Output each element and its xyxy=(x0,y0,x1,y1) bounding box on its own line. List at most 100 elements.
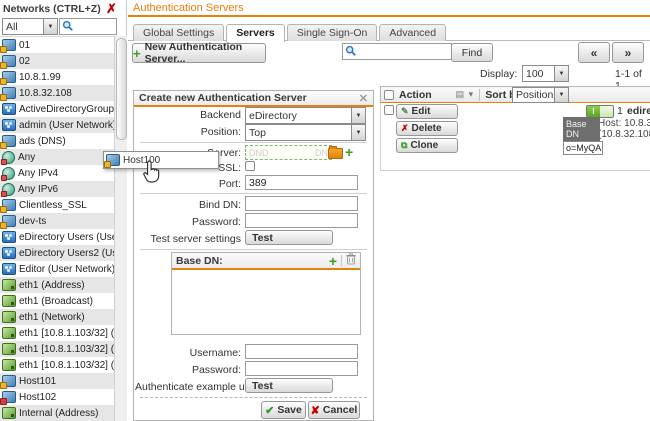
list-item[interactable]: eDirectory Users2 (User Gr xyxy=(0,245,114,261)
networks-sidebar: Networks (CTRL+Z) ✗ All ▼ 010210.8.1.991… xyxy=(0,0,127,421)
close-icon[interactable]: ✕ xyxy=(359,92,368,105)
list-item[interactable]: ads (DNS) xyxy=(0,133,114,149)
clone-button[interactable]: ⧉ Clone xyxy=(396,138,458,153)
password2-input[interactable] xyxy=(245,361,358,376)
form-title: Create new Authentication Server xyxy=(139,92,307,104)
test-server-button[interactable]: Test xyxy=(245,230,333,245)
display-count-value: 100 xyxy=(523,66,554,81)
tab-servers[interactable]: Servers xyxy=(226,24,285,42)
pencil-icon: ✎ xyxy=(401,106,409,117)
scrollbar-thumb[interactable] xyxy=(116,38,127,140)
tab-advanced[interactable]: Advanced xyxy=(379,24,446,41)
prev-page-button[interactable]: « xyxy=(578,42,610,63)
list-item[interactable]: ActiveDirectoryGroup (User xyxy=(0,101,114,117)
list-item[interactable]: eth1 [10.8.1.103/32] (Broad xyxy=(0,341,114,357)
list-item-label: Any xyxy=(18,152,35,163)
base-dn-tooltip: Base DN o=MyQA xyxy=(563,117,603,155)
list-item[interactable]: Internal (Address) xyxy=(0,405,114,421)
base-dn-box: Base DN: + xyxy=(171,252,361,335)
main-area: Authentication Servers Global SettingsSe… xyxy=(128,0,650,421)
toggle-off-segment xyxy=(600,106,613,117)
list-item[interactable]: eth1 (Address) xyxy=(0,277,114,293)
list-item[interactable]: Clientless_SSL xyxy=(0,197,114,213)
display-count-select[interactable]: 100 ▼ xyxy=(522,65,569,82)
tab-single-sign-on[interactable]: Single Sign-On xyxy=(287,24,378,41)
ssl-checkbox[interactable] xyxy=(245,161,255,171)
list-item[interactable]: Host102 xyxy=(0,389,114,405)
chevron-down-icon: ▼ xyxy=(43,19,57,34)
list-item[interactable]: eDirectory Users (User Gro xyxy=(0,229,114,245)
list-item-label: eth1 [10.8.1.103/32] (Broad xyxy=(19,344,114,355)
list-item-label: Host102 xyxy=(19,392,56,403)
group-icon xyxy=(2,263,16,275)
list-item-label: Any IPv6 xyxy=(18,184,58,195)
edit-label: Edit xyxy=(412,106,431,117)
authenticate-example-user-label: Authenticate example user xyxy=(135,381,242,393)
list-item-label: dev-ts xyxy=(19,216,46,227)
list-item[interactable]: eth1 [10.8.1.103/32] (Netwo xyxy=(0,357,114,373)
port-input[interactable] xyxy=(245,175,358,190)
list-item[interactable]: Editor (User Network) xyxy=(0,261,114,277)
divider xyxy=(140,397,367,398)
close-icon[interactable]: ✗ xyxy=(106,1,117,17)
cancel-button[interactable]: ✘ Cancel xyxy=(308,401,360,419)
list-item-label: eth1 [10.8.1.103/32] (Addre xyxy=(19,328,114,339)
tooltip-value: o=MyQA xyxy=(563,141,603,155)
list-item-label: eth1 (Broadcast) xyxy=(19,296,93,307)
add-icon[interactable]: + xyxy=(329,255,337,267)
list-item[interactable]: 01 xyxy=(0,37,114,53)
group-icon xyxy=(2,119,16,131)
find-button[interactable]: Find xyxy=(451,43,493,62)
display-label: Display: xyxy=(480,68,517,80)
position-select[interactable]: Top ▼ xyxy=(245,124,366,141)
list-item[interactable]: dev-ts xyxy=(0,213,114,229)
chevron-down-icon: ▼ xyxy=(554,88,568,102)
trash-icon[interactable] xyxy=(346,253,356,268)
bind-dn-input[interactable] xyxy=(245,196,358,211)
list-item[interactable]: Any IPv4 xyxy=(0,165,114,181)
sort-select[interactable]: Position asc ▼ xyxy=(512,87,569,103)
list-item-label: eth1 [10.8.1.103/32] (Netwo xyxy=(19,360,114,371)
list-item[interactable]: Host101 xyxy=(0,373,114,389)
save-button[interactable]: ✔ Save xyxy=(261,401,306,419)
new-authentication-server-button[interactable]: + New Authentication Server... xyxy=(132,43,266,63)
list-item[interactable]: Any IPv6 xyxy=(0,181,114,197)
list-item[interactable]: eth1 (Broadcast) xyxy=(0,293,114,309)
backend-select[interactable]: eDirectory ▼ xyxy=(245,107,366,124)
tab-global-settings[interactable]: Global Settings xyxy=(133,24,224,41)
username-label: Username: xyxy=(135,347,241,359)
server-dnd-dropzone[interactable]: DND DN xyxy=(245,145,332,160)
username-input[interactable] xyxy=(245,344,358,359)
next-page-button[interactable]: » xyxy=(612,42,644,63)
base-dn-list[interactable] xyxy=(172,270,360,334)
delete-button[interactable]: ✗ Delete xyxy=(396,121,458,136)
iface-icon xyxy=(2,343,16,355)
add-icon[interactable]: + xyxy=(345,146,353,158)
action-menu-icon[interactable]: ▤ ▾ xyxy=(456,89,475,100)
folder-browse-icon[interactable] xyxy=(328,148,343,159)
server-search-input[interactable] xyxy=(342,43,452,60)
sidebar-search-input[interactable] xyxy=(59,18,117,35)
list-item[interactable]: 10.8.1.99 xyxy=(0,69,114,85)
host-icon xyxy=(106,154,120,166)
host-icon xyxy=(2,71,16,83)
test-authenticate-button[interactable]: Test xyxy=(245,378,333,393)
network-filter-select[interactable]: All ▼ xyxy=(2,18,58,35)
host-icon xyxy=(2,39,16,51)
base-dn-label: Base DN: xyxy=(176,255,223,267)
sidebar-scrollbar[interactable] xyxy=(114,36,127,421)
password-input[interactable] xyxy=(245,213,358,228)
list-item[interactable]: Any xyxy=(0,149,114,165)
host2-icon xyxy=(2,391,16,403)
list-item[interactable]: eth1 (Network) xyxy=(0,309,114,325)
edit-button[interactable]: ✎ Edit xyxy=(396,104,458,119)
list-item[interactable]: 02 xyxy=(0,53,114,69)
list-item[interactable]: 10.8.32.108 xyxy=(0,85,114,101)
chevron-down-icon: ▼ xyxy=(554,66,568,81)
row-checkbox[interactable] xyxy=(384,105,394,115)
list-item[interactable]: admin (User Network) xyxy=(0,117,114,133)
select-all-checkbox[interactable] xyxy=(384,90,394,100)
list-item[interactable]: eth1 [10.8.1.103/32] (Addre xyxy=(0,325,114,341)
list-item-label: Host101 xyxy=(19,376,56,387)
iface-icon xyxy=(2,359,16,371)
